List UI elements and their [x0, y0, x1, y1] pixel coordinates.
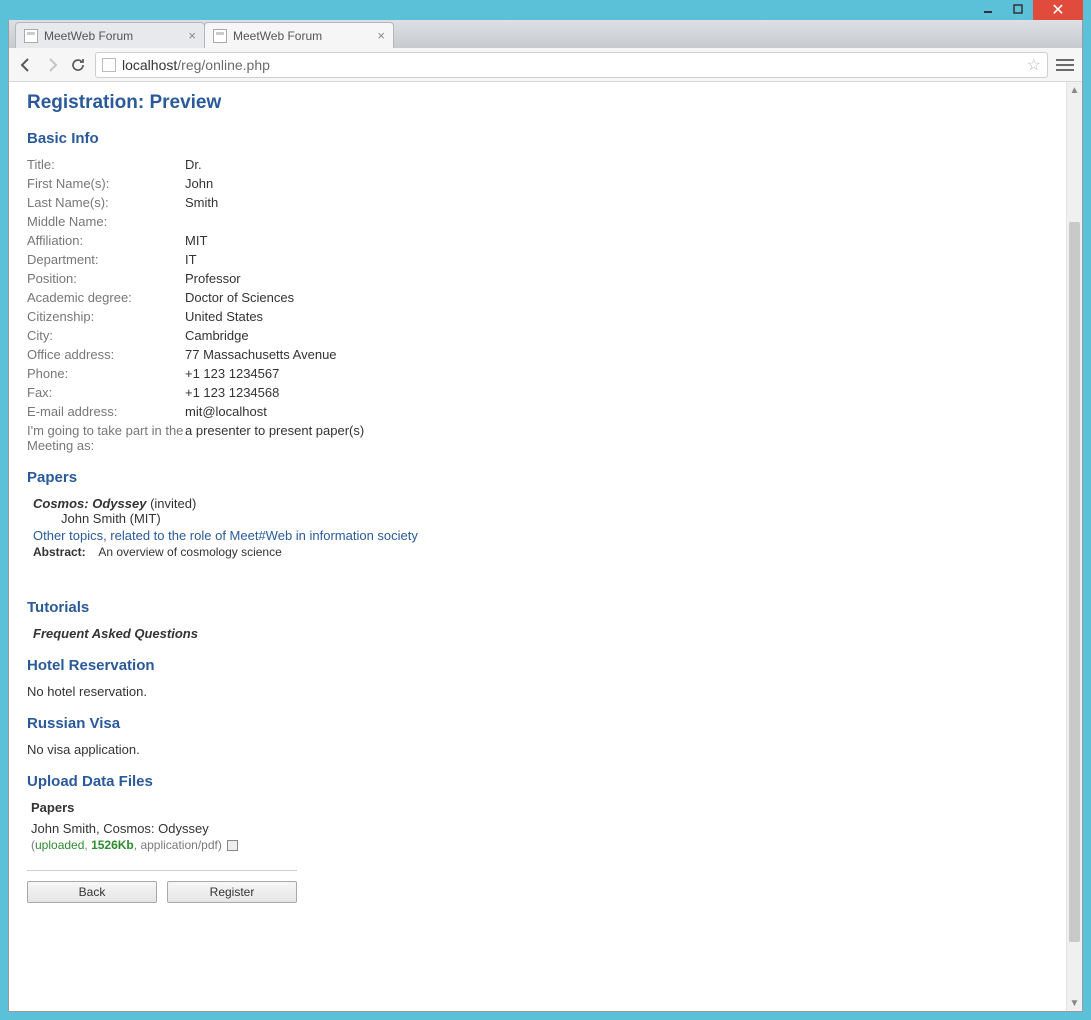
browser-tab[interactable]: MeetWeb Forum × [15, 22, 205, 48]
info-value [185, 214, 1048, 229]
info-value: John [185, 176, 1048, 191]
register-button[interactable]: Register [167, 881, 297, 903]
paper-item: Cosmos: Odyssey (invited) John Smith (MI… [33, 496, 1048, 559]
back-button[interactable] [17, 56, 35, 74]
info-value: United States [185, 309, 1048, 324]
browser-tab[interactable]: MeetWeb Forum × [204, 22, 394, 48]
divider [27, 870, 297, 871]
info-label: Title: [27, 157, 185, 172]
section-heading-papers: Papers [27, 469, 1048, 486]
tab-close-icon[interactable]: × [377, 29, 385, 42]
button-row: Back Register [27, 881, 1048, 903]
paper-note: (invited) [150, 496, 196, 511]
page-icon [102, 58, 116, 72]
info-value: Doctor of Sciences [185, 290, 1048, 305]
info-label: Last Name(s): [27, 195, 185, 210]
info-value: mit@localhost [185, 404, 1048, 419]
info-value: Professor [185, 271, 1048, 286]
window-minimize-button[interactable] [973, 0, 1003, 18]
tab-close-icon[interactable]: × [188, 29, 196, 42]
page-content: Registration: Preview Basic Info Title:D… [9, 82, 1066, 1011]
visa-text: No visa application. [27, 742, 1048, 757]
info-value: +1 123 1234567 [185, 366, 1048, 381]
section-heading-basic-info: Basic Info [27, 130, 1048, 147]
basic-info-table: Title:Dr.First Name(s):JohnLast Name(s):… [27, 157, 1048, 453]
info-label: Affiliation: [27, 233, 185, 248]
upload-file-meta: (uploaded, 1526Kb, application/pdf) [31, 838, 1048, 852]
info-label: Position: [27, 271, 185, 286]
info-value: +1 123 1234568 [185, 385, 1048, 400]
back-form-button[interactable]: Back [27, 881, 157, 903]
tab-title: MeetWeb Forum [233, 29, 322, 43]
hotel-text: No hotel reservation. [27, 684, 1048, 699]
bookmark-star-icon[interactable]: ☆ [1027, 55, 1041, 75]
section-heading-uploads: Upload Data Files [27, 773, 1048, 790]
info-label: Office address: [27, 347, 185, 362]
scroll-down-arrow-icon[interactable]: ▼ [1067, 995, 1082, 1011]
info-value: a presenter to present paper(s) [185, 423, 1048, 453]
upload-group-title: Papers [31, 800, 1048, 815]
page-title: Registration: Preview [27, 92, 1048, 114]
tab-title: MeetWeb Forum [44, 29, 133, 43]
info-label: E-mail address: [27, 404, 185, 419]
window-maximize-button[interactable] [1003, 0, 1033, 18]
info-value: Dr. [185, 157, 1048, 172]
reload-button[interactable] [69, 56, 87, 74]
scroll-thumb[interactable] [1069, 222, 1080, 942]
upload-file-line: John Smith, Cosmos: Odyssey [31, 821, 1048, 836]
section-heading-tutorials: Tutorials [27, 599, 1048, 616]
section-heading-visa: Russian Visa [27, 715, 1048, 732]
browser-tabstrip: MeetWeb Forum × MeetWeb Forum × [9, 20, 1082, 48]
paper-topic: Other topics, related to the role of Mee… [33, 528, 1048, 543]
info-label: Middle Name: [27, 214, 185, 229]
paper-title: Cosmos: Odyssey [33, 496, 146, 511]
info-label: City: [27, 328, 185, 343]
info-label: I'm going to take part in the Meeting as… [27, 423, 185, 453]
scroll-up-arrow-icon[interactable]: ▲ [1067, 82, 1082, 98]
info-value: Cambridge [185, 328, 1048, 343]
file-icon[interactable] [227, 840, 238, 851]
browser-menu-button[interactable] [1056, 56, 1074, 74]
info-label: Citizenship: [27, 309, 185, 324]
info-label: Department: [27, 252, 185, 267]
tutorial-title: Frequent Asked Questions [33, 626, 1048, 641]
address-text: localhost/reg/online.php [122, 57, 270, 73]
info-value: IT [185, 252, 1048, 267]
window-close-button[interactable]: ✕ [1033, 0, 1083, 20]
info-label: Academic degree: [27, 290, 185, 305]
address-bar[interactable]: localhost/reg/online.php ☆ [95, 52, 1048, 78]
vertical-scrollbar[interactable]: ▲ ▼ [1066, 82, 1082, 1011]
page-icon [213, 29, 227, 43]
info-value: MIT [185, 233, 1048, 248]
paper-abstract: Abstract: An overview of cosmology scien… [33, 545, 1048, 559]
info-label: First Name(s): [27, 176, 185, 191]
info-label: Fax: [27, 385, 185, 400]
info-value: 77 Massachusetts Avenue [185, 347, 1048, 362]
info-label: Phone: [27, 366, 185, 381]
info-value: Smith [185, 195, 1048, 210]
browser-toolbar: localhost/reg/online.php ☆ [9, 48, 1082, 82]
forward-button[interactable] [43, 56, 61, 74]
window-titlebar: ✕ [8, 0, 1083, 20]
paper-author: John Smith (MIT) [61, 511, 1048, 526]
section-heading-hotel: Hotel Reservation [27, 657, 1048, 674]
page-icon [24, 29, 38, 43]
